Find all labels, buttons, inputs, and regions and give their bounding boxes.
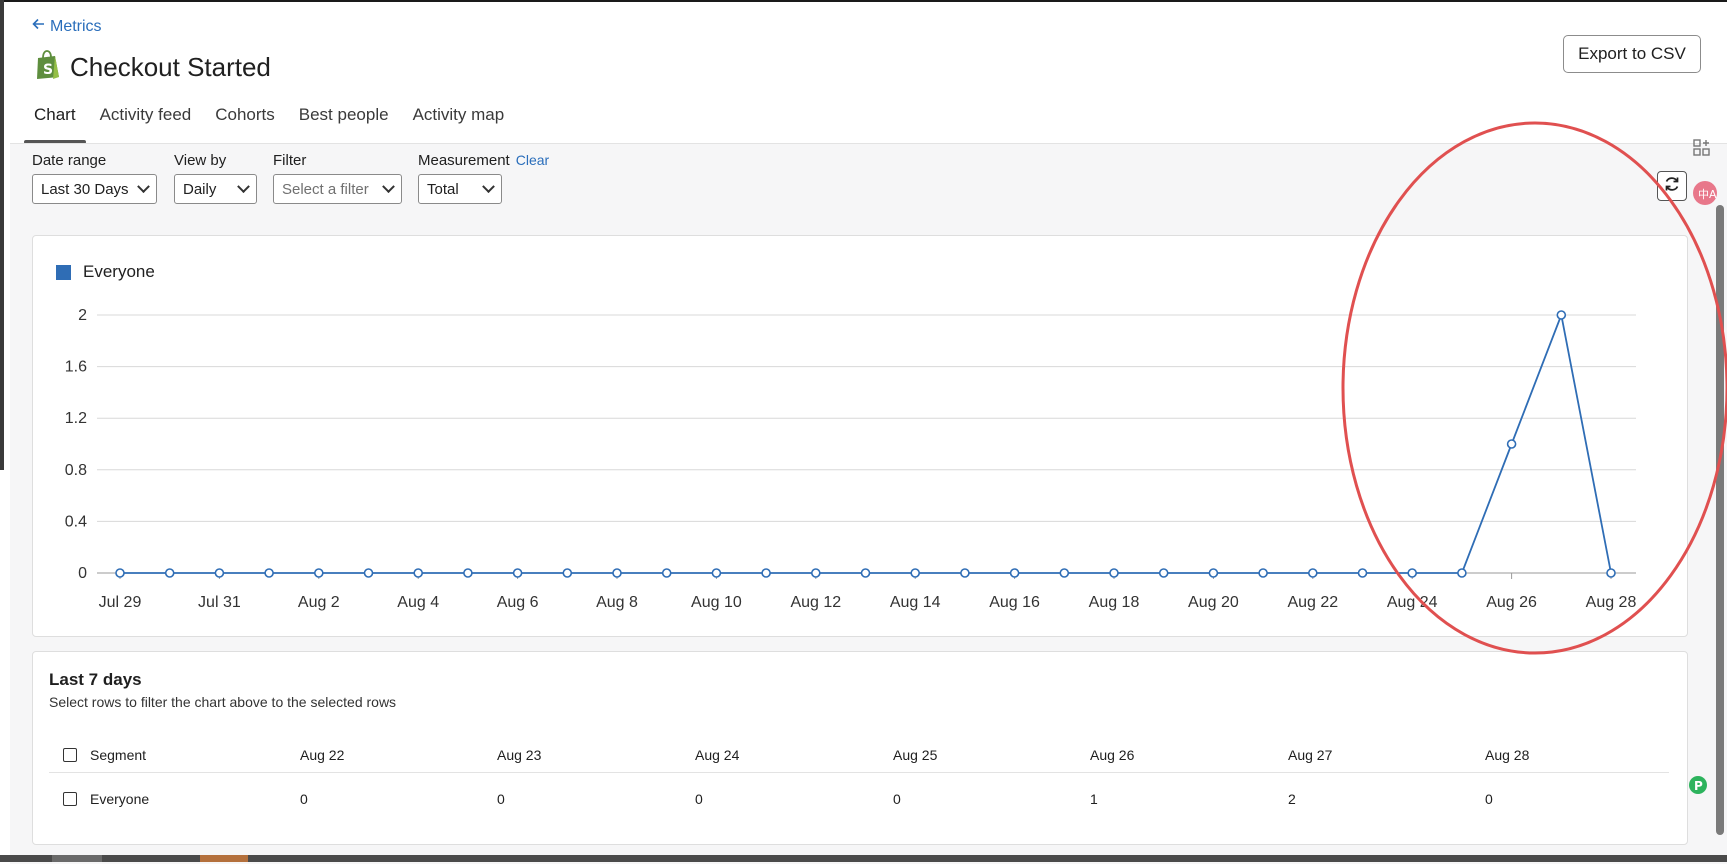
- data-point: [463, 568, 473, 578]
- x-tick-label: Aug 14: [890, 594, 941, 611]
- last-7-days-card: [32, 651, 1688, 845]
- data-point: [612, 568, 622, 578]
- data-point: [214, 568, 225, 578]
- x-tick-label: Aug 12: [790, 594, 841, 611]
- extension-p-icon[interactable]: P: [1688, 775, 1708, 800]
- data-point: [860, 568, 871, 578]
- y-tick-label: 0.8: [65, 462, 87, 479]
- y-tick-label: 1.2: [65, 410, 87, 427]
- vertical-scrollbar[interactable]: [1716, 205, 1724, 835]
- data-point: [1308, 568, 1318, 578]
- data-point: [164, 568, 175, 578]
- column-header: Aug 25: [893, 747, 938, 763]
- table-subtitle: Select rows to filter the chart above to…: [49, 694, 397, 710]
- y-tick-label: 2: [78, 307, 87, 324]
- data-point: [1009, 568, 1020, 578]
- data-point: [562, 568, 573, 578]
- data-point: [363, 568, 374, 578]
- x-tick-label: Aug 10: [691, 594, 742, 611]
- data-point: [1407, 568, 1417, 578]
- data-point: [1357, 568, 1368, 578]
- select-all-checkbox[interactable]: [63, 748, 77, 762]
- column-header: Aug 24: [695, 747, 740, 763]
- data-point: [910, 568, 921, 578]
- table-divider: [49, 772, 1669, 773]
- column-header: Aug 23: [497, 747, 542, 763]
- data-point: [1109, 568, 1119, 578]
- data-point: [1258, 568, 1268, 578]
- column-header: Aug 22: [300, 747, 345, 763]
- table-cell: 1: [1090, 791, 1098, 807]
- data-point: [1556, 310, 1567, 320]
- data-point: [1506, 439, 1517, 449]
- data-point: [761, 568, 771, 578]
- x-tick-label: Aug 24: [1387, 594, 1438, 611]
- x-tick-label: Aug 22: [1287, 594, 1338, 611]
- table-cell: 0: [300, 791, 308, 807]
- series-line-everyone: [120, 311, 1612, 574]
- column-header: Aug 26: [1090, 747, 1135, 763]
- row-segment-everyone: Everyone: [90, 791, 150, 807]
- x-tick-label: Aug 18: [1089, 594, 1140, 611]
- x-tick-label: Aug 8: [596, 594, 638, 611]
- x-tick-label: Jul 31: [198, 594, 241, 611]
- x-tick-label: Aug 26: [1486, 594, 1537, 611]
- y-tick-label: 0.4: [65, 513, 87, 530]
- data-point: [264, 568, 274, 578]
- data-point: [413, 568, 424, 578]
- row-checkbox-everyone[interactable]: [63, 792, 77, 806]
- svg-text:P: P: [1694, 779, 1703, 793]
- data-point: [1059, 568, 1070, 578]
- data-point: [661, 568, 672, 578]
- segment-header: Segment: [90, 747, 147, 763]
- data-point: [810, 568, 821, 578]
- table-title: Last 7 days: [49, 670, 142, 689]
- x-tick-label: Aug 20: [1188, 594, 1239, 611]
- x-tick-label: Aug 4: [397, 594, 439, 611]
- table-cell: 0: [893, 791, 901, 807]
- y-tick-label: 0: [78, 565, 87, 582]
- data-point: [960, 568, 970, 578]
- table-cell: 0: [1485, 791, 1493, 807]
- data-point: [711, 568, 722, 578]
- data-point: [1158, 568, 1169, 578]
- column-header: Aug 28: [1485, 747, 1530, 763]
- table-cell: 0: [695, 791, 703, 807]
- column-header: Aug 27: [1288, 747, 1333, 763]
- data-point: [313, 568, 324, 578]
- table-cell: 0: [497, 791, 505, 807]
- x-tick-label: Jul 29: [99, 594, 142, 611]
- bottom-taskbar-strip: [0, 855, 1727, 862]
- x-tick-label: Aug 28: [1586, 594, 1637, 611]
- data-point: [1457, 568, 1467, 578]
- y-tick-label: 1.6: [65, 359, 87, 376]
- table-cell: 2: [1288, 791, 1296, 807]
- data-point: [115, 568, 125, 578]
- data-point: [1606, 568, 1616, 578]
- data-point: [512, 568, 523, 578]
- x-tick-label: Aug 2: [298, 594, 340, 611]
- x-tick-label: Aug 16: [989, 594, 1040, 611]
- data-point: [1208, 568, 1219, 578]
- x-tick-label: Aug 6: [497, 594, 539, 611]
